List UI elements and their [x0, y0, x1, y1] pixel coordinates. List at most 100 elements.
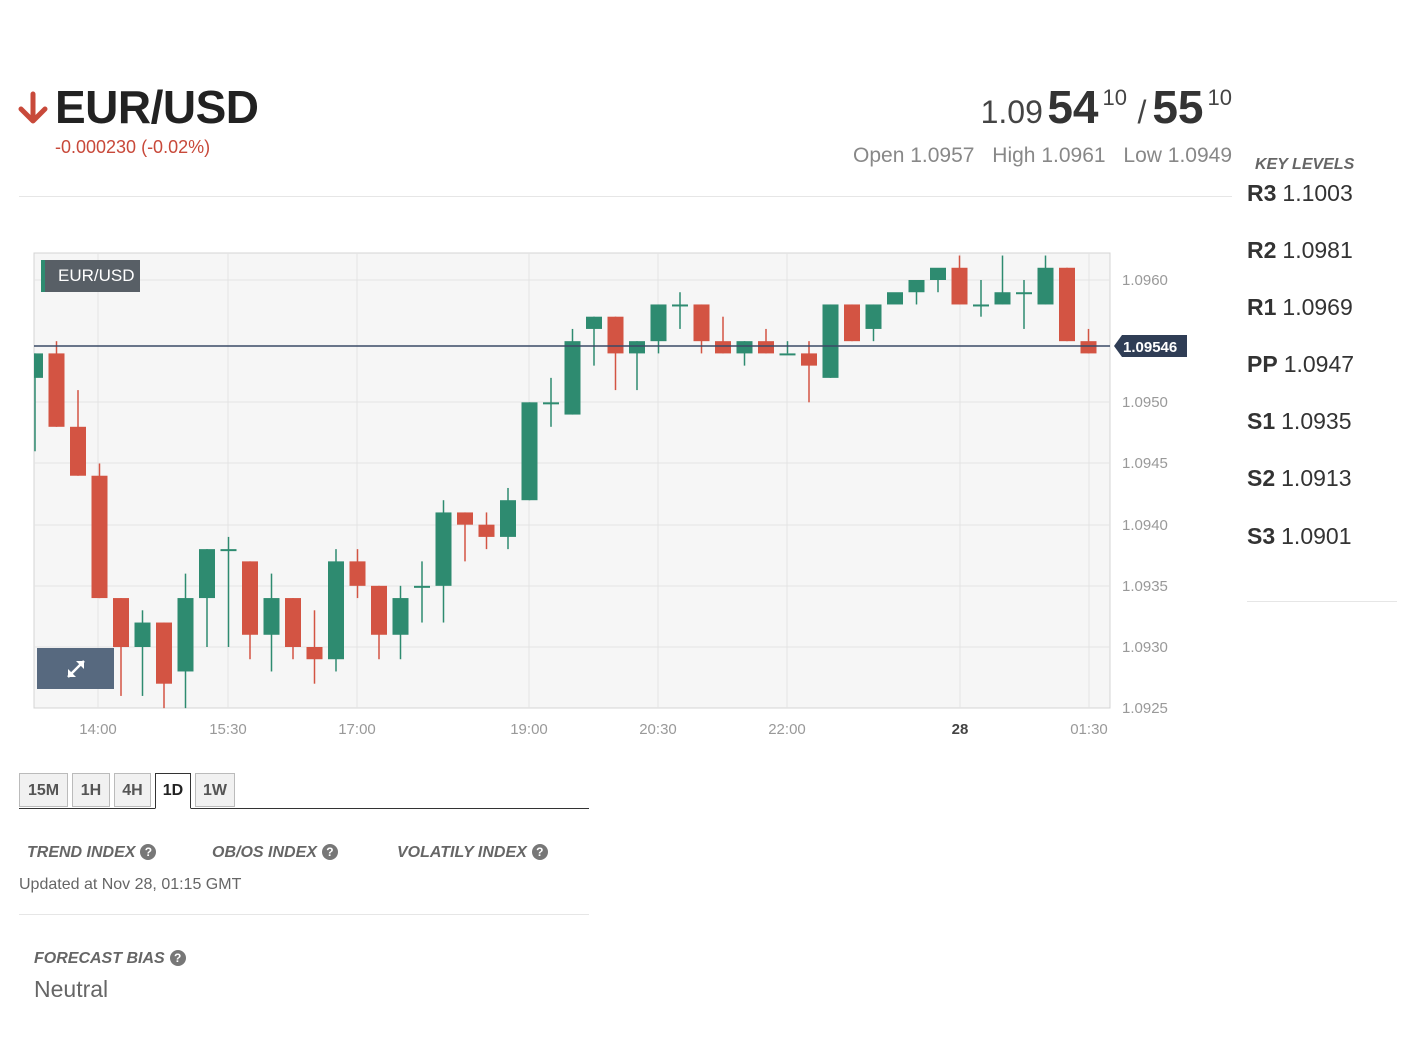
candle-body	[1037, 267, 1054, 305]
key-level-value: 1.0901	[1281, 523, 1352, 549]
candle	[521, 402, 538, 501]
candle-body	[844, 304, 860, 342]
candle-body	[392, 598, 409, 635]
key-level-r3: R3 1.1003	[1247, 180, 1353, 207]
candle-body	[177, 598, 194, 672]
key-level-pp: PP 1.0947	[1247, 351, 1354, 378]
candle-body	[629, 341, 645, 354]
candle-body	[672, 304, 688, 307]
key-level-name: S1	[1247, 408, 1276, 434]
key-levels-title: KEY LEVELS	[1255, 156, 1355, 173]
question-circle-icon[interactable]: ?	[321, 844, 338, 860]
chart-pair-tag: EUR/USD	[41, 260, 140, 292]
candle	[844, 304, 860, 342]
key-level-name: S3	[1247, 523, 1276, 549]
candle-body	[306, 647, 323, 660]
candle-body	[1080, 341, 1097, 354]
candle-body	[930, 267, 946, 280]
candle-body	[91, 475, 108, 599]
candlestick-chart[interactable]: 1.0960 1.0950 1.0945 1.0940 1.0935 1.0930 1.09…	[0, 240, 1240, 750]
x-tick-label: 17:00	[338, 721, 376, 738]
volatility-index-label: VOLATILY INDEX?	[397, 844, 548, 862]
x-tick-label: 14:00	[79, 721, 117, 738]
candle-body	[34, 353, 43, 378]
updated-timestamp: Updated at Nov 28, 01:15 GMT	[19, 876, 242, 893]
key-level-value: 1.0947	[1283, 351, 1355, 377]
candle-body	[371, 585, 387, 635]
timeframe-tabs: 15M 1H 4H 1D 1W	[19, 772, 589, 809]
tab-1h[interactable]: 1H	[72, 773, 110, 807]
y-tick-label: 1.0930	[1122, 639, 1168, 656]
x-tick-label: 15:30	[209, 721, 247, 738]
tab-1d[interactable]: 1D	[155, 773, 191, 809]
candle-body	[1016, 292, 1032, 295]
trend-index-label: TREND INDEX?	[27, 844, 157, 862]
open-high-low: Open 1.0957 High 1.0961 Low 1.0949	[841, 144, 1232, 168]
question-circle-icon[interactable]: ?	[169, 950, 186, 966]
question-circle-icon[interactable]: ?	[140, 844, 157, 860]
candle-body	[328, 561, 344, 660]
low-value: Low 1.0949	[1123, 144, 1232, 167]
candle-body	[134, 622, 151, 647]
y-tick-label: 1.0940	[1122, 517, 1168, 534]
quote-separator: /	[1137, 94, 1147, 130]
candle-body	[543, 402, 559, 405]
tab-1w[interactable]: 1W	[195, 773, 235, 807]
candle-body	[715, 341, 731, 354]
candle	[822, 304, 839, 378]
candle-body	[113, 598, 129, 647]
ask-main: 55	[1152, 81, 1204, 133]
key-level-value: 1.0935	[1281, 408, 1352, 434]
arrow-down-icon	[18, 91, 48, 124]
candle-body	[478, 524, 495, 537]
candle-body	[586, 316, 602, 329]
price-change: -0.000230 (-0.02%)	[55, 137, 211, 157]
x-tick-label: 19:00	[510, 721, 548, 738]
y-tick-label: 1.0935	[1122, 578, 1168, 595]
bid-main: 54	[1047, 81, 1099, 133]
key-level-value: 1.0913	[1281, 465, 1352, 491]
candle-body	[457, 512, 473, 525]
key-level-name: R3	[1247, 180, 1277, 206]
question-circle-icon[interactable]: ?	[531, 844, 548, 860]
trend-index-text: TREND INDEX	[27, 844, 136, 861]
header-divider	[19, 196, 1232, 197]
open-value: Open 1.0957	[853, 144, 975, 167]
tab-4h[interactable]: 4H	[114, 773, 151, 807]
candle-body	[220, 549, 237, 552]
key-level-value: 1.1003	[1282, 180, 1353, 206]
candle-body	[435, 512, 452, 586]
candle-body	[1059, 267, 1075, 342]
candle-body	[285, 598, 301, 647]
candle-body	[500, 500, 516, 537]
key-level-r2: R2 1.0981	[1247, 237, 1353, 264]
pair-title: EUR/USD	[55, 81, 259, 133]
candle	[328, 549, 344, 672]
candle-body	[263, 598, 280, 635]
tab-15m[interactable]: 15M	[19, 773, 68, 807]
candle	[91, 463, 108, 599]
obos-index-label: OB/OS INDEX?	[212, 844, 338, 862]
candle-body	[414, 585, 430, 588]
key-level-value: 1.0981	[1282, 237, 1353, 263]
key-level-name: PP	[1247, 351, 1278, 377]
y-tick-label: 1.0950	[1122, 394, 1168, 411]
candle	[887, 292, 903, 305]
candle-body	[973, 304, 989, 307]
expand-icon	[67, 660, 85, 678]
bid-sup: 10	[1102, 85, 1127, 110]
candle	[1059, 267, 1075, 342]
key-level-value: 1.0969	[1282, 294, 1353, 320]
candle-body	[736, 341, 753, 354]
key-level-name: S2	[1247, 465, 1276, 491]
expand-chart-button[interactable]	[37, 648, 114, 689]
candle-body	[758, 341, 774, 354]
forecast-bias-value: Neutral	[34, 976, 109, 1002]
key-level-r1: R1 1.0969	[1247, 294, 1353, 321]
candle-body	[801, 353, 817, 366]
key-level-s2: S2 1.0913	[1247, 465, 1352, 492]
x-tick-label: 20:30	[639, 721, 677, 738]
key-level-name: R2	[1247, 237, 1277, 263]
y-tick-label: 1.0925	[1122, 700, 1168, 717]
candle-body	[693, 304, 710, 342]
